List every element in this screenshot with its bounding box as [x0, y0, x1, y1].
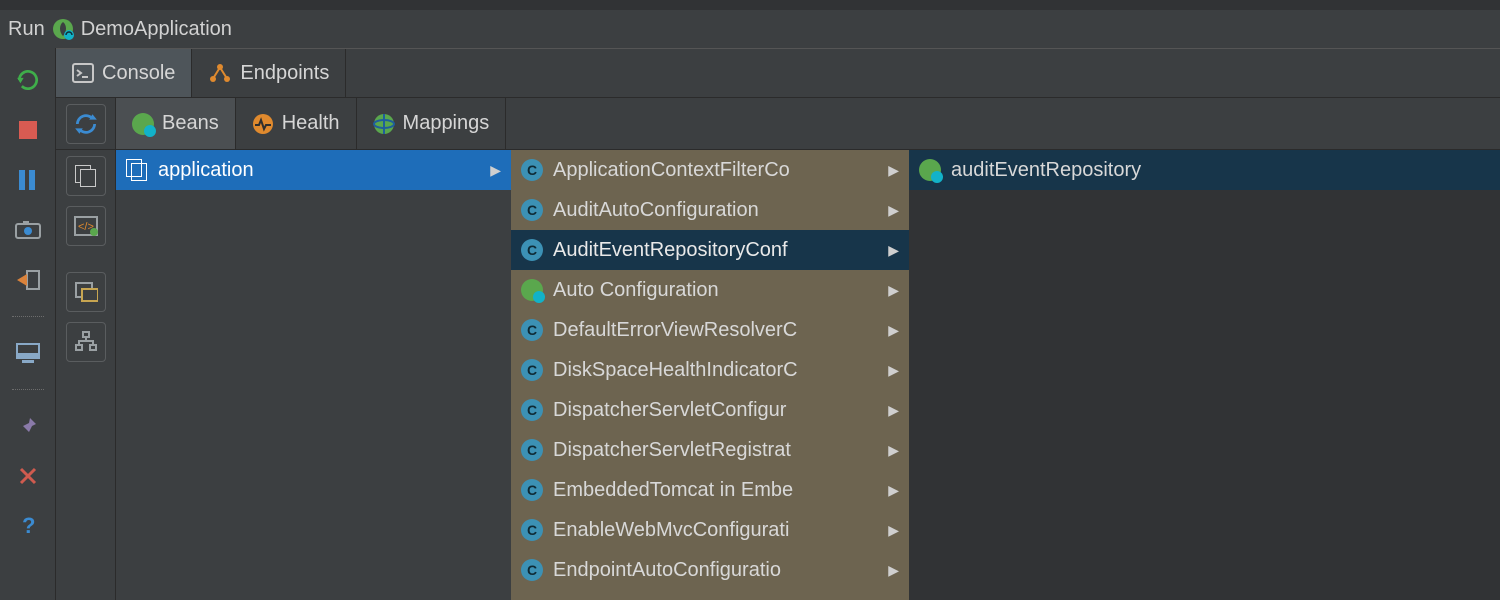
pause-button[interactable] [14, 166, 42, 194]
sub-tabs: Beans Health Mappings [116, 98, 506, 149]
class-icon: C [521, 199, 543, 221]
svg-text:?: ? [22, 513, 35, 538]
chevron-right-icon: ▶ [490, 162, 501, 179]
subtab-health[interactable]: Health [236, 98, 357, 149]
chevron-right-icon: ▶ [888, 442, 899, 459]
item-label: EmbeddedTomcat in Embe [553, 479, 872, 502]
primary-tabs: Console Endpoints [56, 48, 1500, 98]
bean-item[interactable]: C AuditAutoConfiguration ▶ [511, 190, 909, 230]
chevron-right-icon: ▶ [888, 522, 899, 539]
chevron-right-icon: ▶ [888, 242, 899, 259]
context-item-application[interactable]: application ▶ [116, 150, 511, 190]
secondary-rail [56, 98, 116, 149]
bean-item[interactable]: C ApplicationContextFilterCo ▶ [511, 150, 909, 190]
view-options-rail: </> [56, 150, 116, 600]
chevron-right-icon: ▶ [888, 282, 899, 299]
docs-icon [75, 165, 97, 187]
class-icon: C [521, 159, 543, 181]
item-label: EnableWebMvcConfigurati [553, 519, 872, 542]
item-label: DefaultErrorViewResolverC [553, 319, 872, 342]
bean-item[interactable]: Auto Configuration ▶ [511, 270, 909, 310]
chevron-right-icon: ▶ [888, 362, 899, 379]
bean-item[interactable]: C AuditEventRepositoryConf ▶ [511, 230, 909, 270]
bean-item[interactable]: C EmbeddedTomcat in Embe ▶ [511, 470, 909, 510]
class-icon: C [521, 359, 543, 381]
bean-item[interactable]: C DispatcherServletRegistrat ▶ [511, 430, 909, 470]
endpoints-icon [208, 62, 232, 84]
run-label: Run [8, 18, 45, 41]
detail-item[interactable]: auditEventRepository [909, 150, 1500, 190]
bean-item[interactable]: C DefaultErrorViewResolverC ▶ [511, 310, 909, 350]
tab-console[interactable]: Console [56, 49, 192, 97]
close-icon[interactable] [14, 462, 42, 490]
item-label: Auto Configuration [553, 279, 872, 302]
item-label: DiskSpaceHealthIndicatorC [553, 359, 872, 382]
chevron-right-icon: ▶ [888, 162, 899, 179]
tab-label: Console [102, 62, 175, 85]
bean-leaf-icon [919, 159, 941, 181]
item-label: EndpointAutoConfiguratio [553, 559, 872, 582]
item-label: DispatcherServletConfigur [553, 399, 872, 422]
column-contexts: application ▶ [116, 150, 511, 600]
run-config-name: DemoApplication [81, 18, 232, 41]
rerun-button[interactable] [14, 66, 42, 94]
spring-boot-icon [51, 17, 75, 41]
bean-item[interactable]: C DiskSpaceHealthIndicatorC ▶ [511, 350, 909, 390]
camera-icon[interactable] [14, 216, 42, 244]
docs-icon [126, 159, 148, 181]
show-sources-icon[interactable]: </> [66, 206, 106, 246]
health-icon [252, 113, 274, 135]
subtab-label: Mappings [403, 112, 490, 135]
exit-icon[interactable] [14, 266, 42, 294]
bean-item[interactable]: C EnableWebMvcConfigurati ▶ [511, 510, 909, 550]
subtab-mappings[interactable]: Mappings [357, 98, 507, 149]
stop-button[interactable] [14, 116, 42, 144]
chevron-right-icon: ▶ [888, 482, 899, 499]
tool-window-title: Run DemoApplication [0, 10, 1500, 48]
class-icon: C [521, 479, 543, 501]
pin-icon[interactable] [14, 412, 42, 440]
item-label: AuditEventRepositoryConf [553, 239, 872, 262]
item-label: auditEventRepository [951, 159, 1490, 182]
chevron-right-icon: ▶ [888, 562, 899, 579]
class-icon: C [521, 319, 543, 341]
subtab-label: Health [282, 112, 340, 135]
item-label: ApplicationContextFilterCo [553, 159, 872, 182]
tab-endpoints[interactable]: Endpoints [192, 49, 346, 97]
separator [12, 389, 44, 390]
class-icon: C [521, 519, 543, 541]
class-icon: C [521, 239, 543, 261]
subtab-beans[interactable]: Beans [116, 98, 236, 149]
class-icon: C [521, 559, 543, 581]
class-icon: C [521, 439, 543, 461]
refresh-button[interactable] [66, 104, 106, 144]
tab-label: Endpoints [240, 62, 329, 85]
column-beans: C ApplicationContextFilterCo ▶ C AuditAutoCo… [511, 150, 909, 600]
item-label: DispatcherServletRegistrat [553, 439, 872, 462]
chevron-right-icon: ▶ [888, 202, 899, 219]
help-icon[interactable]: ? [14, 512, 42, 540]
column-detail: auditEventRepository [909, 150, 1500, 600]
item-label: AuditAutoConfiguration [553, 199, 872, 222]
chevron-right-icon: ▶ [888, 402, 899, 419]
beans-icon [132, 113, 154, 135]
mappings-icon [373, 113, 395, 135]
console-icon [72, 63, 94, 83]
hierarchy-icon[interactable] [66, 322, 106, 362]
separator [12, 316, 44, 317]
diagram-icon[interactable] [66, 272, 106, 312]
bean-leaf-icon [521, 279, 543, 301]
chevron-right-icon: ▶ [888, 322, 899, 339]
item-label: application [158, 159, 474, 182]
class-icon: C [521, 399, 543, 421]
bean-item[interactable]: C EndpointAutoConfiguratio ▶ [511, 550, 909, 590]
bean-item[interactable]: C DispatcherServletConfigur ▶ [511, 390, 909, 430]
run-action-rail: ? [0, 48, 56, 600]
layout-icon[interactable] [14, 339, 42, 367]
window-decoration [0, 0, 1500, 10]
subtab-label: Beans [162, 112, 219, 135]
show-modules-icon[interactable] [66, 156, 106, 196]
